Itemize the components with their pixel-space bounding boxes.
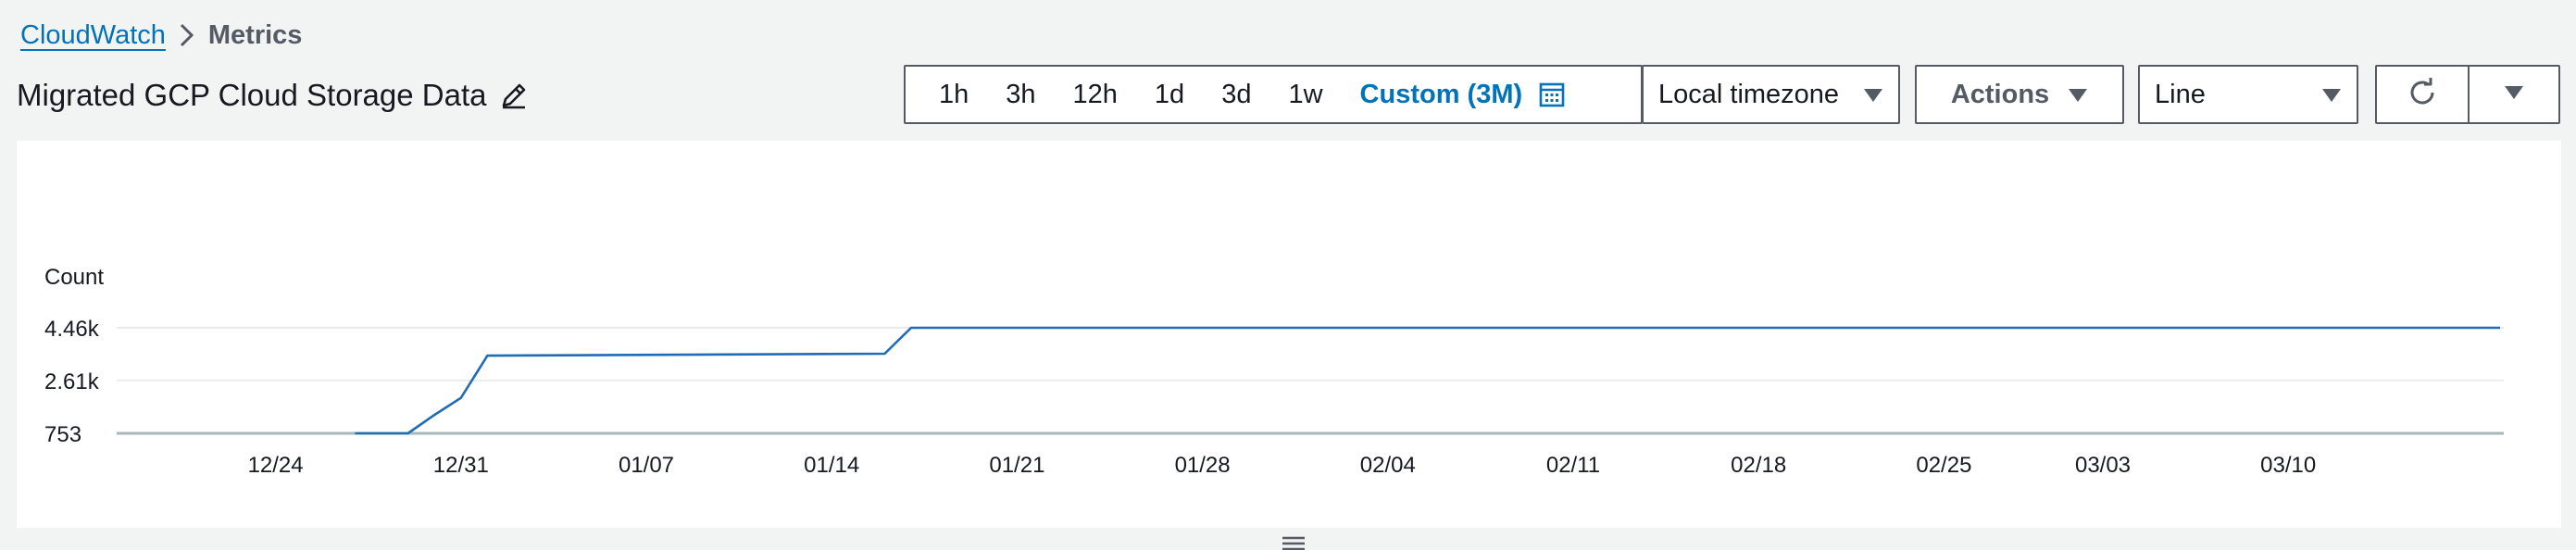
metric-chart: Count 4.46k 2.61k 753 12/24 12/31 01/07 01/14 01… [44,265,2504,478]
actions-button[interactable]: Actions [1915,65,2124,124]
x-tick-label: 01/07 [619,453,674,478]
caret-down-icon [1863,80,1883,110]
timezone-select[interactable]: Local timezone [1642,65,1900,124]
page-title: Migrated GCP Cloud Storage Data [17,78,487,112]
x-tick-label: 02/04 [1360,453,1416,478]
time-range-selector: 1h 3h 12h 1d 3d 1w Custom (3M) [904,65,1643,124]
x-tick-label: 03/03 [2075,453,2131,478]
time-range-1w[interactable]: 1w [1269,67,1341,122]
breadcrumb-link-cloudwatch[interactable]: CloudWatch [20,20,166,51]
chart-panel: Count 4.46k 2.61k 753 12/24 12/31 01/07 01/14 01… [17,141,2561,528]
refresh-options-dropdown[interactable] [2468,65,2560,124]
breadcrumb: CloudWatch Metrics [20,17,302,54]
graph-type-select[interactable]: Line [2138,65,2358,124]
x-tick-label: 12/31 [433,453,489,478]
timezone-value: Local timezone [1658,79,1840,109]
refresh-button[interactable] [2375,65,2470,124]
caret-down-icon [2068,80,2088,110]
pencil-icon[interactable] [498,80,530,111]
time-range-1h[interactable]: 1h [920,67,987,122]
calendar-icon [1539,81,1565,107]
y-axis-label: Count [44,265,104,290]
y-tick-label: 4.46k [44,317,100,342]
time-range-3h[interactable]: 3h [987,67,1054,122]
custom-range-label: Custom (3M) [1359,79,1523,109]
breadcrumb-current: Metrics [207,19,303,50]
x-tick-label: 12/24 [248,453,304,478]
caret-down-icon [2321,80,2342,110]
y-tick-label: 753 [44,422,81,447]
x-tick-label: 03/10 [2260,453,2316,478]
time-range-custom[interactable]: Custom (3M) [1342,67,1584,122]
refresh-icon [2407,77,2438,113]
title-row: Migrated GCP Cloud Storage Data [17,72,530,119]
x-tick-label: 02/18 [1731,453,1786,478]
time-range-1d[interactable]: 1d [1136,67,1203,122]
x-tick-label: 02/11 [1546,453,1600,478]
resize-handle[interactable] [1281,535,1307,550]
time-range-3d[interactable]: 3d [1203,67,1269,122]
x-tick-label: 01/21 [989,453,1044,478]
chevron-right-icon [166,17,208,54]
x-tick-label: 01/14 [804,453,859,478]
time-range-12h[interactable]: 12h [1055,67,1136,122]
graph-type-value: Line [2155,79,2206,109]
x-tick-label: 02/25 [1916,453,1971,478]
caret-down-icon [2504,85,2524,105]
x-tick-label: 01/28 [1175,453,1231,478]
actions-label: Actions [1950,79,2050,109]
y-tick-label: 2.61k [44,369,100,394]
